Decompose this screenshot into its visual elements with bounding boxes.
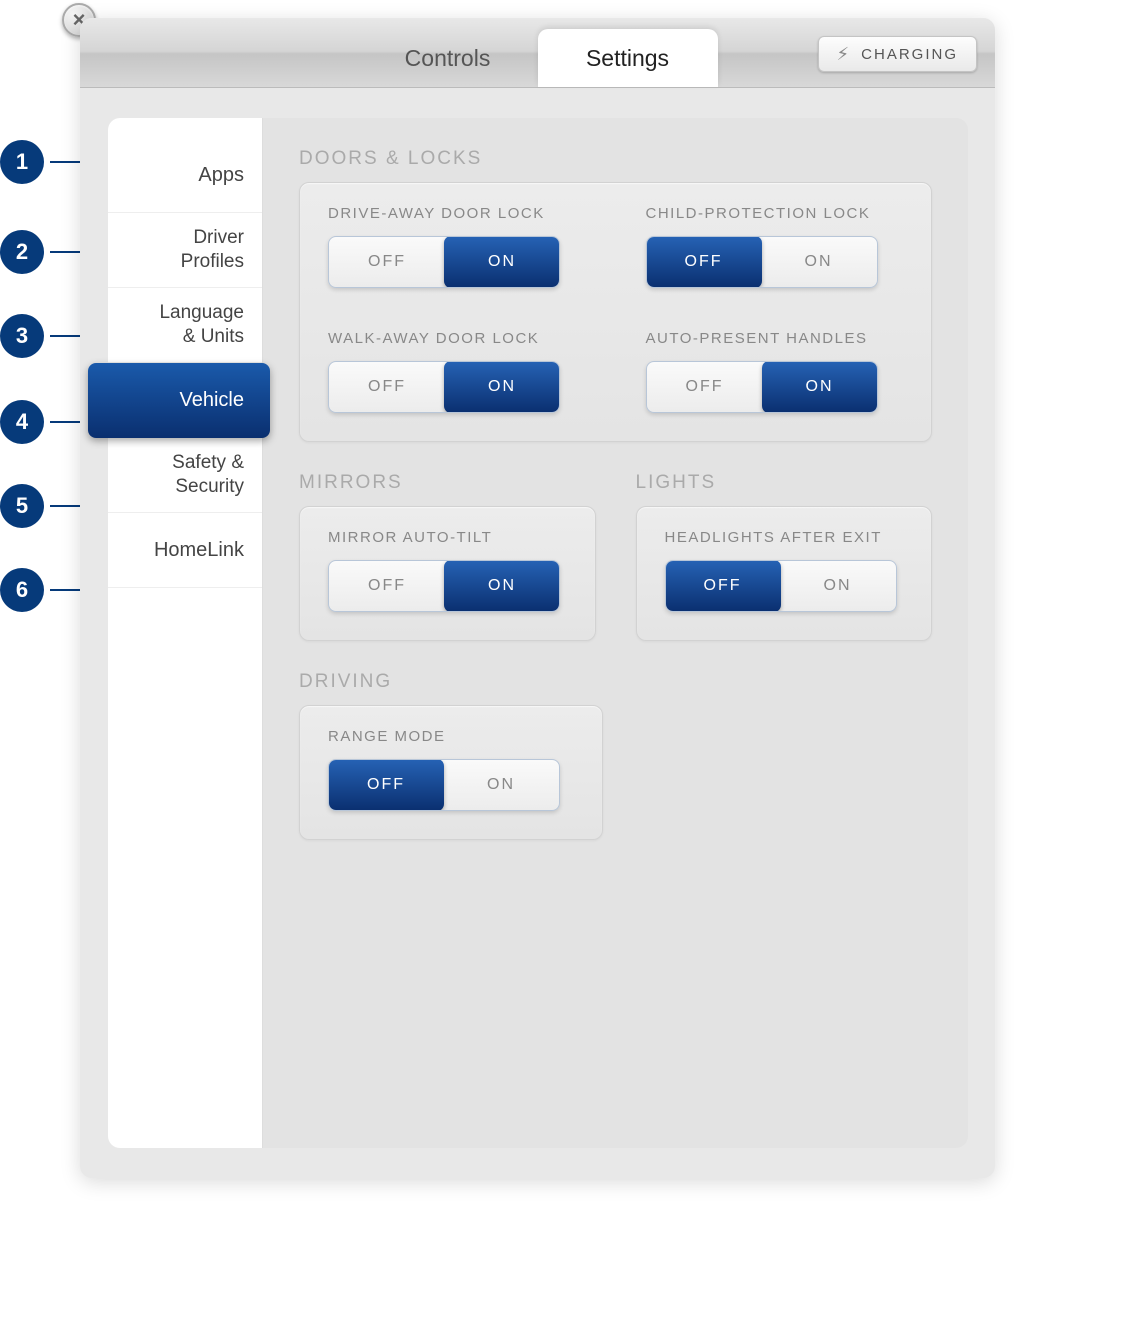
marker-2: 2 [0,230,90,274]
toggle-off[interactable]: OFF [328,759,444,811]
setting-label: RANGE MODE [328,728,574,745]
setting-mirror-auto-tilt: MIRROR AUTO-TILT OFF ON [328,529,567,612]
sidebar-item-label: Safety & Security [172,451,244,499]
marker-3: 3 [0,314,90,358]
setting-drive-away-lock: DRIVE-AWAY DOOR LOCK OFF ON [328,205,586,288]
section-driving: DRIVING RANGE MODE OFF ON [299,671,603,840]
body-frame: Apps Driver Profiles Language & Units Ve… [108,118,968,1148]
toggle-off[interactable]: OFF [329,362,445,412]
panel-mirrors: MIRROR AUTO-TILT OFF ON [299,506,596,641]
toggle-on[interactable]: ON [444,361,560,413]
panel-driving: RANGE MODE OFF ON [299,705,603,840]
toggle-child-protection-lock[interactable]: OFF ON [646,236,878,288]
sidebar-item-driver-profiles[interactable]: Driver Profiles [108,213,262,288]
setting-headlights-after-exit: HEADLIGHTS AFTER EXIT OFF ON [665,529,904,612]
sidebar-item-label: Apps [198,163,244,188]
toggle-off[interactable]: OFF [665,560,781,612]
section-doors-locks: DOORS & LOCKS DRIVE-AWAY DOOR LOCK OFF O… [299,148,932,442]
toggle-on[interactable]: ON [444,560,560,612]
setting-label: WALK-AWAY DOOR LOCK [328,330,586,347]
charging-label: CHARGING [861,46,958,63]
toggle-range-mode[interactable]: OFF ON [328,759,560,811]
sidebar: Apps Driver Profiles Language & Units Ve… [108,118,263,1148]
toggle-headlights-after-exit[interactable]: OFF ON [665,560,897,612]
toggle-drive-away-lock[interactable]: OFF ON [328,236,560,288]
marker-6: 6 [0,568,90,612]
setting-auto-present-handles: AUTO-PRESENT HANDLES OFF ON [646,330,904,413]
toggle-auto-present-handles[interactable]: OFF ON [646,361,878,413]
marker-circle: 2 [0,230,44,274]
sidebar-item-label: Driver Profiles [181,226,244,274]
toggle-off[interactable]: OFF [646,236,762,288]
toggle-off[interactable]: OFF [329,561,445,611]
sidebar-item-label: Vehicle [180,388,245,413]
marker-circle: 3 [0,314,44,358]
sidebar-item-label: Language & Units [159,301,244,349]
sidebar-item-label: HomeLink [154,538,244,563]
panel-doors-locks: DRIVE-AWAY DOOR LOCK OFF ON CHILD-PROTEC… [299,182,932,442]
app-window: Controls Settings ⚡︎ CHARGING Apps Drive… [80,18,995,1178]
charging-button[interactable]: ⚡︎ CHARGING [818,36,977,72]
marker-1: 1 [0,140,90,184]
sidebar-item-vehicle[interactable]: Vehicle [88,363,270,438]
setting-range-mode: RANGE MODE OFF ON [328,728,574,811]
setting-label: CHILD-PROTECTION LOCK [646,205,904,222]
setting-label: HEADLIGHTS AFTER EXIT [665,529,904,546]
marker-circle: 5 [0,484,44,528]
toggle-off[interactable]: OFF [329,237,445,287]
tab-settings[interactable]: Settings [538,29,718,87]
marker-circle: 1 [0,140,44,184]
toggle-off[interactable]: OFF [647,362,763,412]
tab-controls[interactable]: Controls [358,29,538,87]
sidebar-item-safety-security[interactable]: Safety & Security [108,438,262,513]
section-title: DOORS & LOCKS [299,148,932,170]
toggle-on[interactable]: ON [443,760,559,810]
toggle-mirror-auto-tilt[interactable]: OFF ON [328,560,560,612]
toggle-walk-away-lock[interactable]: OFF ON [328,361,560,413]
section-mirrors: MIRRORS MIRROR AUTO-TILT OFF ON [299,472,596,641]
toggle-on[interactable]: ON [761,237,877,287]
toggle-on[interactable]: ON [780,561,896,611]
section-title: MIRRORS [299,472,596,494]
section-lights: LIGHTS HEADLIGHTS AFTER EXIT OFF ON [636,472,933,641]
marker-4: 4 [0,400,90,444]
setting-label: AUTO-PRESENT HANDLES [646,330,904,347]
section-title: DRIVING [299,671,603,693]
marker-5: 5 [0,484,90,528]
marker-circle: 6 [0,568,44,612]
toggle-on[interactable]: ON [762,361,878,413]
setting-walk-away-lock: WALK-AWAY DOOR LOCK OFF ON [328,330,586,413]
setting-label: MIRROR AUTO-TILT [328,529,567,546]
content-area: DOORS & LOCKS DRIVE-AWAY DOOR LOCK OFF O… [263,118,968,1148]
sidebar-item-homelink[interactable]: HomeLink [108,513,262,588]
setting-child-protection-lock: CHILD-PROTECTION LOCK OFF ON [646,205,904,288]
bolt-icon: ⚡︎ [837,44,852,65]
sidebar-item-language-units[interactable]: Language & Units [108,288,262,363]
section-title: LIGHTS [636,472,933,494]
panel-lights: HEADLIGHTS AFTER EXIT OFF ON [636,506,933,641]
setting-label: DRIVE-AWAY DOOR LOCK [328,205,586,222]
sidebar-item-apps[interactable]: Apps [108,138,262,213]
toggle-on[interactable]: ON [444,236,560,288]
header-bar: Controls Settings ⚡︎ CHARGING [80,18,995,88]
marker-circle: 4 [0,400,44,444]
